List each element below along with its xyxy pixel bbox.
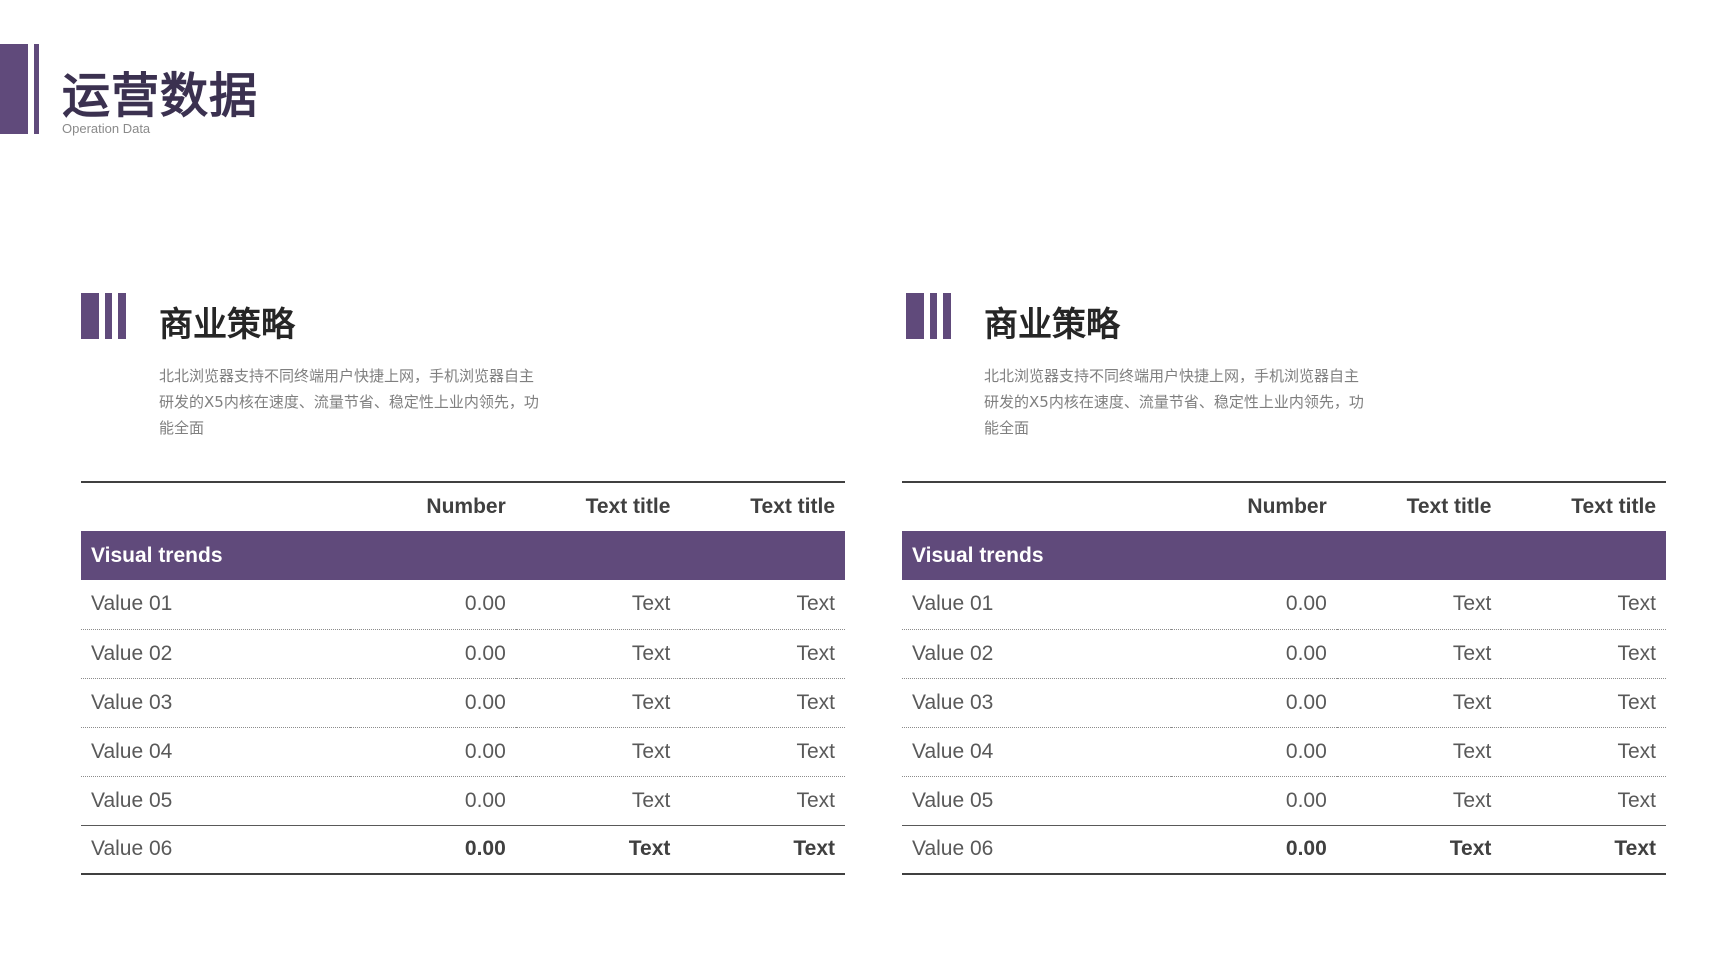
row-label: Value 02 — [902, 629, 1171, 679]
column-header: Number — [1247, 495, 1327, 518]
row-number: 0.00 — [349, 824, 516, 874]
row-number: 0.00 — [349, 727, 516, 777]
row-text-1: Text — [1336, 580, 1502, 630]
row-text-2: Text — [1501, 727, 1666, 777]
row-text-1: Text — [1336, 776, 1502, 826]
group-row: Visual trends — [902, 531, 1666, 580]
row-label: Value 06 — [81, 824, 350, 874]
row-number: 0.00 — [1170, 727, 1337, 777]
row-number: 0.00 — [349, 678, 516, 728]
row-label: Value 05 — [81, 776, 350, 826]
group-label: Visual trends — [81, 531, 845, 580]
row-text-2: Text — [1501, 629, 1666, 679]
table-row: Value 02 0.00 Text Text — [902, 629, 1666, 679]
row-text-1: Text — [515, 678, 681, 728]
row-label: Value 06 — [902, 824, 1171, 874]
bars-icon — [81, 293, 131, 339]
column-header — [902, 482, 1171, 531]
panel-description: 北北浏览器支持不同终端用户快捷上网，手机浏览器自主研发的X5内核在速度、流量节省… — [159, 367, 539, 437]
panel-heading: 商业策略 — [159, 305, 295, 345]
table-row: Value 03 0.00 Text Text — [81, 678, 845, 728]
data-table: Number Text title Text title Visual tren… — [81, 481, 845, 875]
row-number: 0.00 — [349, 776, 516, 826]
page-title: 运营数据 — [62, 68, 259, 124]
panel-description: 北北浏览器支持不同终端用户快捷上网，手机浏览器自主研发的X5内核在速度、流量节省… — [984, 367, 1364, 437]
table-header-row: Number Text title Text title — [902, 482, 1666, 531]
row-label: Value 02 — [81, 629, 350, 679]
column-header: Text title — [1571, 495, 1656, 518]
row-text-1: Text — [515, 776, 681, 826]
column-header: Number — [426, 495, 506, 518]
data-table: Number Text title Text title Visual tren… — [902, 481, 1666, 875]
row-label: Value 03 — [902, 678, 1171, 728]
page-subtitle: Operation Data — [62, 121, 151, 136]
table-row: Value 01 0.00 Text Text — [81, 580, 845, 630]
row-text-1: Text — [1336, 824, 1502, 874]
row-text-2: Text — [680, 629, 845, 679]
row-label: Value 01 — [902, 580, 1171, 630]
row-text-1: Text — [515, 824, 681, 874]
row-label: Value 04 — [902, 727, 1171, 777]
table-header-row: Number Text title Text title — [81, 482, 845, 531]
row-text-1: Text — [1336, 678, 1502, 728]
row-text-1: Text — [515, 629, 681, 679]
bars-icon — [906, 293, 956, 339]
row-text-2: Text — [680, 776, 845, 826]
table-row: Value 04 0.00 Text Text — [81, 727, 845, 777]
row-label: Value 04 — [81, 727, 350, 777]
row-number: 0.00 — [1170, 678, 1337, 728]
table-row: Value 05 0.00 Text Text — [902, 776, 1666, 826]
row-text-1: Text — [515, 580, 681, 630]
row-number: 0.00 — [1170, 580, 1337, 630]
row-text-2: Text — [680, 824, 845, 874]
table-row: Value 04 0.00 Text Text — [902, 727, 1666, 777]
row-number: 0.00 — [349, 580, 516, 630]
column-header: Text title — [1406, 495, 1492, 518]
row-label: Value 01 — [81, 580, 350, 630]
row-number: 0.00 — [1170, 776, 1337, 826]
column-header — [81, 482, 350, 531]
table-row: Value 01 0.00 Text Text — [902, 580, 1666, 630]
row-text-2: Text — [680, 580, 845, 630]
row-text-1: Text — [1336, 727, 1502, 777]
row-text-1: Text — [515, 727, 681, 777]
row-text-1: Text — [1336, 629, 1502, 679]
table-row-total: Value 06 0.00 Text Text — [81, 824, 845, 874]
row-text-2: Text — [680, 678, 845, 728]
column-header: Text title — [585, 495, 671, 518]
title-accent-bar-wide — [0, 44, 28, 134]
panel-heading: 商业策略 — [984, 305, 1120, 345]
table-row-total: Value 06 0.00 Text Text — [902, 824, 1666, 874]
table-row: Value 03 0.00 Text Text — [902, 678, 1666, 728]
row-text-2: Text — [1501, 678, 1666, 728]
group-row: Visual trends — [81, 531, 845, 580]
row-number: 0.00 — [1170, 629, 1337, 679]
row-text-2: Text — [680, 727, 845, 777]
row-text-2: Text — [1501, 824, 1666, 874]
row-number: 0.00 — [1170, 824, 1337, 874]
table-row: Value 02 0.00 Text Text — [81, 629, 845, 679]
title-accent-bar-thin — [34, 44, 39, 134]
table-row: Value 05 0.00 Text Text — [81, 776, 845, 826]
group-label: Visual trends — [902, 531, 1666, 580]
row-text-2: Text — [1501, 776, 1666, 826]
row-label: Value 03 — [81, 678, 350, 728]
row-text-2: Text — [1501, 580, 1666, 630]
row-label: Value 05 — [902, 776, 1171, 826]
column-header: Text title — [750, 495, 835, 518]
row-number: 0.00 — [349, 629, 516, 679]
